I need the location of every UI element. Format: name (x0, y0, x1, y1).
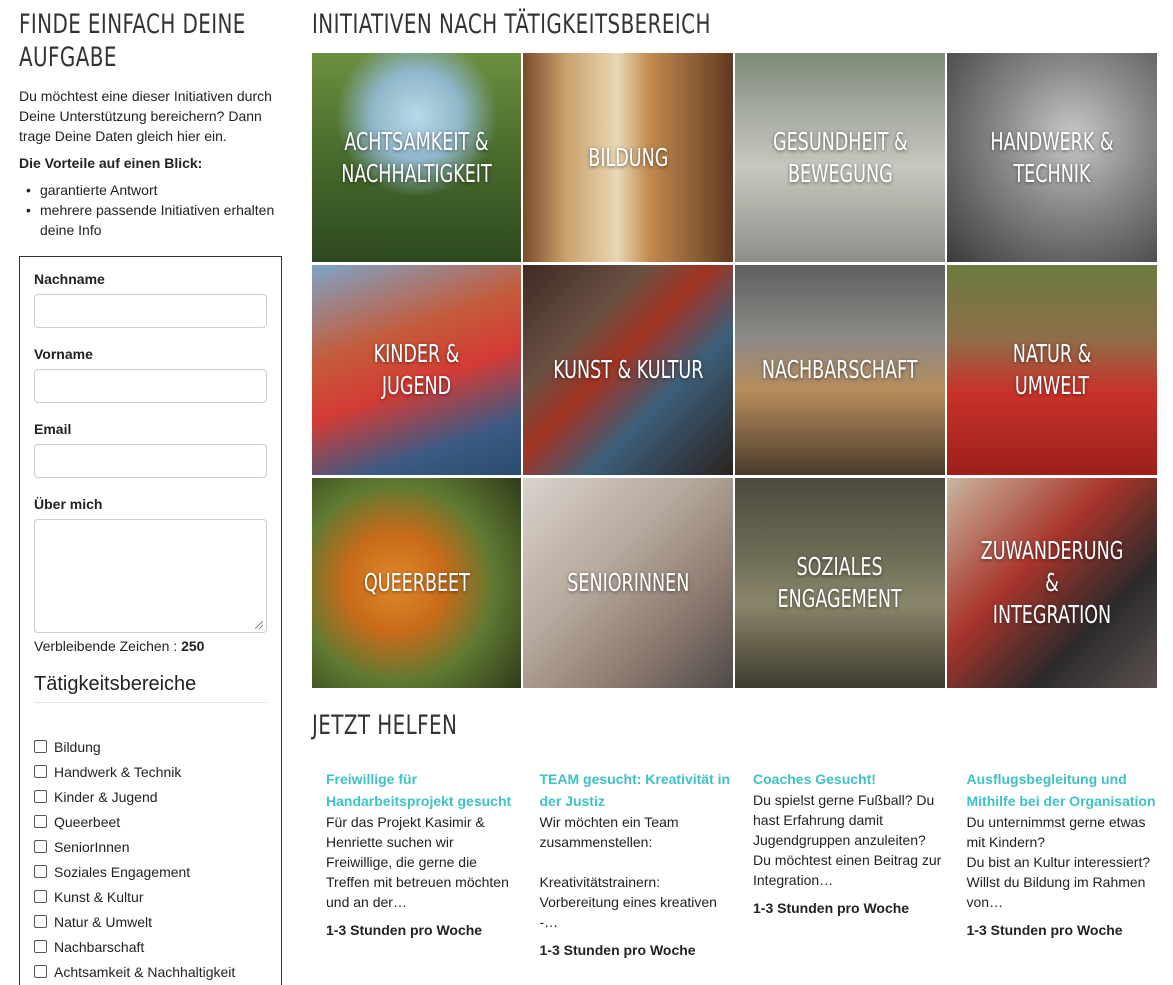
category-label: Handwerk & Technik (54, 763, 182, 780)
checkbox[interactable] (34, 965, 47, 978)
checkbox[interactable] (34, 765, 47, 778)
tile-gesundheit[interactable]: GESUNDHEIT & BEWEGUNG (735, 53, 945, 262)
tile-zuwanderung[interactable]: ZUWANDERUNG & INTEGRATION (947, 478, 1157, 688)
help-now-title: JETZT HELFEN (312, 710, 458, 741)
checkbox[interactable] (34, 940, 47, 953)
tile-achtsamkeit[interactable]: ACHTSAMKEIT & NACHHALTIGKEIT (312, 53, 521, 262)
category-label: Kinder & Jugend (54, 788, 158, 805)
card-title-link[interactable]: Freiwillige für Handarbeitsprojekt gesuc… (326, 768, 518, 812)
tile-label: SOZIALES ENGAGEMENT (777, 552, 903, 613)
category-option[interactable]: Handwerk & Technik (34, 759, 267, 784)
category-option[interactable]: SeniorInnen (34, 834, 267, 859)
tile-seniorinnen[interactable]: SENIORINNEN (523, 478, 733, 688)
checkbox[interactable] (34, 915, 47, 928)
email-field[interactable] (34, 444, 267, 478)
tile-label: NATUR & UMWELT (1012, 339, 1092, 400)
card-title-link[interactable]: Ausflugsbegleitung und Mithilfe bei der … (967, 768, 1159, 812)
category-label: Bildung (54, 738, 101, 755)
tile-label: NACHBARSCHAFT (762, 355, 918, 384)
card-hours: 1-3 Stunden pro Woche (326, 922, 483, 938)
initiatives-grid: ACHTSAMKEIT & NACHHALTIGKEIT BILDUNG GES… (312, 53, 1158, 688)
category-label: Achtsamkeit & Nachhaltigkeit (54, 963, 236, 980)
help-card: Freiwillige für Handarbeitsprojekt gesuc… (326, 768, 518, 960)
help-cards: Freiwillige für Handarbeitsprojekt gesuc… (312, 768, 1158, 960)
category-label: SeniorInnen (54, 838, 130, 855)
help-card: Ausflugsbegleitung und Mithilfe bei der … (967, 768, 1159, 960)
checkbox[interactable] (34, 865, 47, 878)
category-option[interactable]: Bildung (34, 734, 267, 759)
tile-bildung[interactable]: BILDUNG (523, 53, 733, 262)
card-title-link[interactable]: TEAM gesucht: Kreativität in der Justiz (540, 768, 732, 812)
checkbox[interactable] (34, 740, 47, 753)
categories-title: Tätigkeitsbereiche (34, 673, 267, 703)
page-title: FINDE EINFACH DEINE AUFGABE (19, 9, 246, 73)
category-label: Natur & Umwelt (54, 913, 153, 930)
tile-nachbarschaft[interactable]: NACHBARSCHAFT (735, 265, 945, 475)
category-label: Kunst & Kultur (54, 888, 144, 905)
about-label: Über mich (34, 496, 103, 512)
remaining-value: 250 (181, 638, 205, 654)
about-textarea[interactable] (34, 519, 267, 633)
card-text: Du spielst gerne Fußball? Du hast Erfahr… (753, 792, 942, 888)
category-label: Nachbarschaft (54, 938, 145, 955)
checkbox[interactable] (34, 890, 47, 903)
category-option[interactable]: Kunst & Kultur (34, 884, 267, 909)
initiatives-title: INITIATIVEN NACH TÄTIGKEITSBEREICH (312, 9, 711, 40)
category-option[interactable]: Queerbeet (34, 809, 267, 834)
tile-label: BILDUNG (587, 142, 669, 172)
category-option[interactable]: Soziales Engagement (34, 859, 267, 884)
remaining-label: Verbleibende Zeichen : (34, 638, 178, 654)
tile-label: HANDWERK & TECHNIK (990, 126, 1114, 188)
tile-label: GESUNDHEIT & BEWEGUNG (772, 126, 908, 188)
benefit-item: garantierte Antwort (19, 180, 282, 200)
benefit-item: mehrere passende Initiativen erhalten de… (19, 200, 282, 240)
categories-list: Bildung Handwerk & Technik Kinder & Juge… (34, 734, 267, 984)
checkbox[interactable] (34, 790, 47, 803)
benefits-list: garantierte Antwort mehrere passende Ini… (19, 180, 282, 240)
tile-kunst[interactable]: KUNST & KULTUR (523, 265, 733, 475)
tile-label: KUNST & KULTUR (552, 355, 704, 384)
intro-text: Du möchtest eine dieser Initiativen durc… (19, 88, 272, 144)
card-hours: 1-3 Stunden pro Woche (539, 942, 696, 958)
nachname-field[interactable] (34, 294, 267, 328)
checkbox[interactable] (34, 840, 47, 853)
tile-label: KINDER & JUGEND (373, 339, 460, 400)
category-label: Queerbeet (54, 813, 121, 830)
card-title-link[interactable]: Coaches Gesucht! (753, 768, 945, 790)
remaining-chars: Verbleibende Zeichen : 250 (34, 638, 267, 654)
benefits-title: Die Vorteile auf einen Blick: (19, 155, 203, 171)
tile-soziales[interactable]: SOZIALES ENGAGEMENT (735, 478, 945, 688)
category-option[interactable]: Nachbarschaft (34, 934, 267, 959)
card-hours: 1-3 Stunden pro Woche (753, 900, 910, 916)
tile-label: ACHTSAMKEIT & NACHHALTIGKEIT (341, 126, 492, 188)
category-label: Soziales Engagement (54, 863, 191, 880)
tile-natur[interactable]: NATUR & UMWELT (947, 265, 1157, 475)
help-card: TEAM gesucht: Kreativität in der Justiz … (540, 768, 732, 960)
category-option[interactable]: Natur & Umwelt (34, 909, 267, 934)
category-option[interactable]: Achtsamkeit & Nachhaltigkeit (34, 959, 267, 984)
email-label: Email (34, 421, 72, 437)
vorname-label: Vorname (34, 346, 93, 362)
tile-kinder[interactable]: KINDER & JUGEND (312, 265, 521, 475)
vorname-field[interactable] (34, 369, 267, 403)
help-card: Coaches Gesucht! Du spielst gerne Fußbal… (753, 768, 945, 960)
nachname-label: Nachname (34, 271, 105, 287)
tile-label: QUEERBEET (363, 568, 470, 597)
signup-form: Nachname Vorname Email Über mich Verblei… (19, 256, 282, 985)
tile-queerbeet[interactable]: QUEERBEET (312, 478, 521, 688)
tile-handwerk[interactable]: HANDWERK & TECHNIK (947, 53, 1157, 262)
card-hours: 1-3 Stunden pro Woche (966, 922, 1123, 938)
card-text: Für das Projekt Kasimir & Henriette such… (326, 814, 509, 910)
signup-intro: FINDE EINFACH DEINE AUFGABE Du möchtest … (19, 8, 282, 240)
checkbox[interactable] (34, 815, 47, 828)
tile-label: SENIORINNEN (566, 568, 690, 597)
tile-label: ZUWANDERUNG & INTEGRATION (980, 536, 1124, 629)
category-option[interactable]: Kinder & Jugend (34, 784, 267, 809)
card-text: Wir möchten ein Team zusammenstellen: Kr… (539, 814, 717, 930)
card-text: Du unternimmst gerne etwas mit Kindern? … (966, 814, 1151, 910)
